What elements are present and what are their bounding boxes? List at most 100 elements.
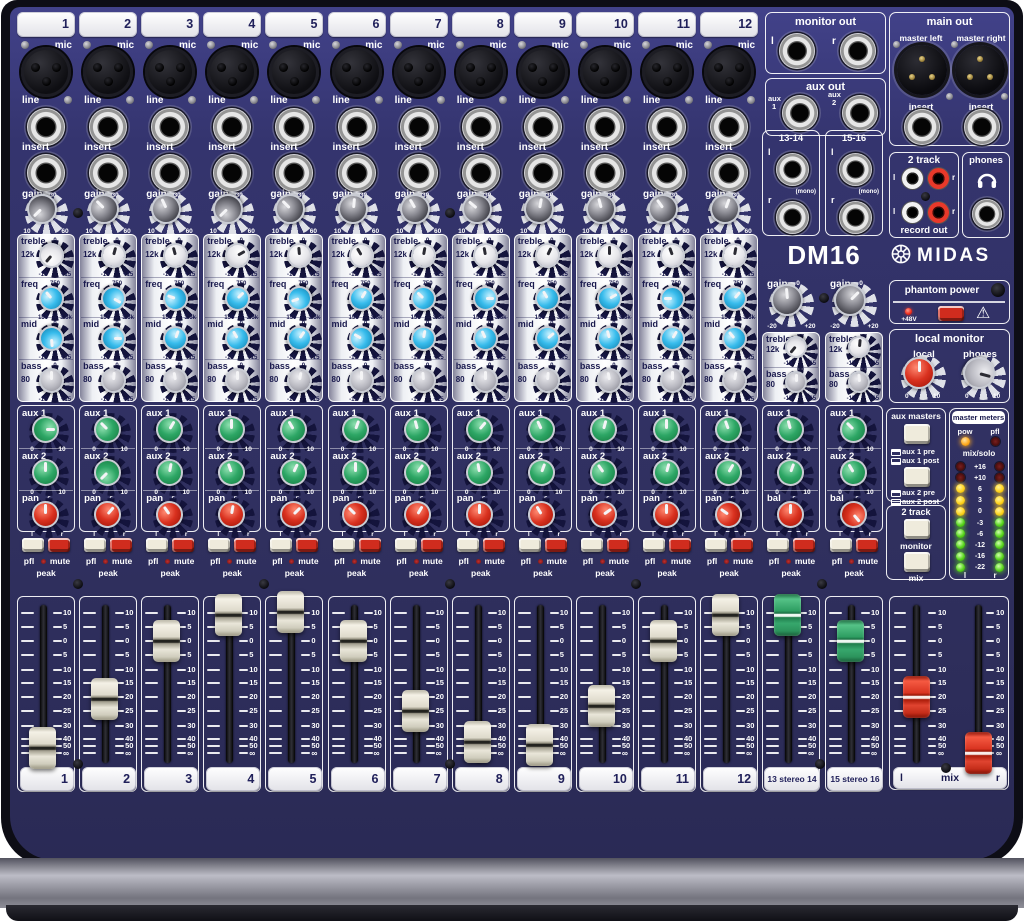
pfl-button[interactable]	[84, 538, 106, 552]
mute-button[interactable]	[607, 538, 629, 552]
mute-button[interactable]	[483, 538, 505, 552]
fader-handle[interactable]	[277, 591, 304, 633]
fader-scale-number: 5	[808, 651, 821, 659]
line-input-jack	[648, 108, 686, 146]
fader-handle[interactable]	[29, 727, 56, 769]
mute-label: mute	[543, 557, 571, 566]
gain-knob[interactable]	[832, 282, 877, 327]
fader-tick	[928, 725, 936, 727]
fader-handle[interactable]	[650, 620, 677, 662]
fader-tick	[580, 752, 593, 754]
fader-handle[interactable]	[215, 594, 242, 636]
pfl-button[interactable]	[767, 538, 789, 552]
fader-scale-number: 0	[808, 637, 821, 645]
mute-button[interactable]	[172, 538, 194, 552]
fader-tick	[301, 640, 310, 642]
mute-button[interactable]	[731, 538, 753, 552]
eq-row-label: mid	[207, 320, 223, 329]
fader-tick	[518, 640, 531, 642]
monitor-out-r-label: r	[832, 37, 836, 47]
channel-strip: 3miclineinsertgain301060treble12k0-15+15…	[141, 10, 199, 792]
meter-rows: +16+10630-3-6-12-16-22	[950, 409, 1010, 581]
xlr-hole	[673, 63, 682, 72]
fader-scale-number: 10	[311, 609, 324, 617]
screw-icon	[332, 41, 340, 49]
eq-section: treble12k0-15+15freq7501503.5kmid0-15+15…	[700, 234, 758, 402]
eq-max-label: +15	[617, 355, 633, 361]
knob-pointer	[918, 361, 921, 372]
mute-button[interactable]	[421, 538, 443, 552]
fader-tick	[301, 738, 310, 740]
eq-side-label: 80	[394, 376, 403, 384]
fader-tick	[928, 626, 936, 628]
eq-row-label: mid	[332, 320, 348, 329]
mute-button[interactable]	[110, 538, 132, 552]
fader-handle[interactable]	[91, 678, 118, 720]
fader-tick	[736, 682, 745, 684]
pfl-button[interactable]	[22, 538, 44, 552]
fader-tick	[798, 752, 807, 754]
fader-handle[interactable]	[903, 676, 930, 718]
two-track-monitor-button[interactable]	[904, 519, 930, 539]
pfl-button[interactable]	[830, 538, 852, 552]
mute-button[interactable]	[296, 538, 318, 552]
gain-knob[interactable]	[769, 282, 814, 327]
pfl-button[interactable]	[333, 538, 355, 552]
divider	[330, 317, 384, 318]
screw-icon	[269, 41, 277, 49]
fader-tick	[394, 640, 407, 642]
pfl-button[interactable]	[581, 538, 603, 552]
pfl-button[interactable]	[519, 538, 541, 552]
fader-handle[interactable]	[340, 620, 367, 662]
fader-scale-number: 15	[311, 679, 324, 687]
fader-tick	[986, 710, 994, 712]
insert-label: insert	[22, 143, 49, 153]
fader-handle[interactable]	[402, 690, 429, 732]
screw-icon	[631, 579, 641, 589]
fader-scale-number: 15	[560, 679, 573, 687]
fader-handle[interactable]	[965, 732, 992, 774]
fader-handle[interactable]	[588, 685, 615, 727]
pfl-button[interactable]	[208, 538, 230, 552]
divider	[578, 277, 632, 278]
fader-handle[interactable]	[153, 620, 180, 662]
pfl-button[interactable]	[395, 538, 417, 552]
channel-number-plate: 11	[638, 12, 696, 37]
pfl-button[interactable]	[457, 538, 479, 552]
fader-tick	[829, 710, 842, 712]
stereo-fader-plate: 15 stereo 16	[827, 767, 883, 791]
aux1-pre-post-button[interactable]	[904, 424, 930, 444]
aux2-pre-post-button[interactable]	[904, 467, 930, 487]
mute-button[interactable]	[359, 538, 381, 552]
pfl-button[interactable]	[146, 538, 168, 552]
fader-handle[interactable]	[837, 620, 864, 662]
phantom-48v-led	[905, 308, 912, 315]
phantom-power-button[interactable]	[938, 306, 964, 321]
fader-tick	[642, 725, 655, 727]
fader-handle[interactable]	[526, 724, 553, 766]
fader-tick	[145, 738, 158, 740]
screw-icon	[437, 96, 445, 104]
two-track-mix-button[interactable]	[904, 552, 930, 572]
mute-button[interactable]	[234, 538, 256, 552]
fader-tick	[674, 710, 683, 712]
screw-icon	[456, 41, 464, 49]
fader-tick	[642, 612, 655, 614]
fader-tick	[766, 725, 779, 727]
pfl-button[interactable]	[705, 538, 727, 552]
knob-pointer	[220, 208, 229, 217]
fader-handle[interactable]	[712, 594, 739, 636]
mute-label: mute	[108, 557, 136, 566]
mute-button[interactable]	[669, 538, 691, 552]
fader-handle[interactable]	[774, 594, 801, 636]
mute-button[interactable]	[793, 538, 815, 552]
fader-handle[interactable]	[464, 721, 491, 763]
mute-button[interactable]	[48, 538, 70, 552]
mute-button[interactable]	[856, 538, 878, 552]
fader-tick	[207, 654, 220, 656]
fader-scale-number: 15	[498, 679, 511, 687]
pfl-button[interactable]	[643, 538, 665, 552]
fader-scale-number: 5	[996, 651, 1009, 659]
pfl-button[interactable]	[270, 538, 292, 552]
mute-button[interactable]	[545, 538, 567, 552]
